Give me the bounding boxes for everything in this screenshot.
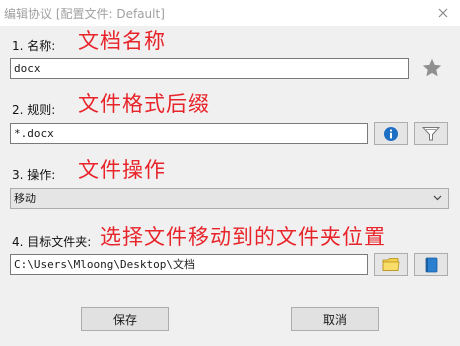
chevron-down-icon	[433, 195, 442, 201]
close-icon	[438, 8, 448, 18]
name-input[interactable]: docx	[10, 58, 409, 79]
info-button[interactable]	[374, 122, 408, 145]
folder-icon	[382, 258, 400, 271]
save-button[interactable]: 保存	[81, 307, 169, 331]
action-selected-value: 移动	[14, 192, 36, 205]
info-icon	[384, 126, 398, 141]
filter-icon	[422, 126, 440, 140]
cancel-button[interactable]: 取消	[291, 307, 379, 331]
target-annotation: 选择文件移动到的文件夹位置	[100, 225, 386, 249]
name-annotation: 文档名称	[78, 29, 166, 53]
title-bar: 编辑协议 [配置文件: Default]	[0, 0, 460, 26]
target-label: 4. 目标文件夹:	[12, 235, 92, 249]
rule-input[interactable]: *.docx	[10, 123, 368, 144]
target-path-input[interactable]: C:\Users\Mloong\Desktop\文档	[10, 254, 368, 275]
star-icon	[422, 58, 442, 77]
book-icon	[425, 257, 438, 272]
filter-button[interactable]	[414, 122, 448, 145]
action-annotation: 文件操作	[78, 158, 166, 182]
action-label: 3. 操作:	[12, 168, 56, 182]
rule-annotation: 文件格式后缀	[78, 92, 210, 116]
name-label: 1. 名称:	[12, 39, 56, 53]
action-select[interactable]: 移动	[10, 188, 449, 209]
close-button[interactable]	[426, 0, 460, 26]
bookmark-button[interactable]	[414, 253, 448, 276]
window-title: 编辑协议 [配置文件: Default]	[4, 7, 165, 21]
rule-label: 2. 规则:	[12, 103, 56, 117]
favorite-button[interactable]	[421, 57, 443, 82]
browse-folder-button[interactable]	[374, 253, 408, 276]
